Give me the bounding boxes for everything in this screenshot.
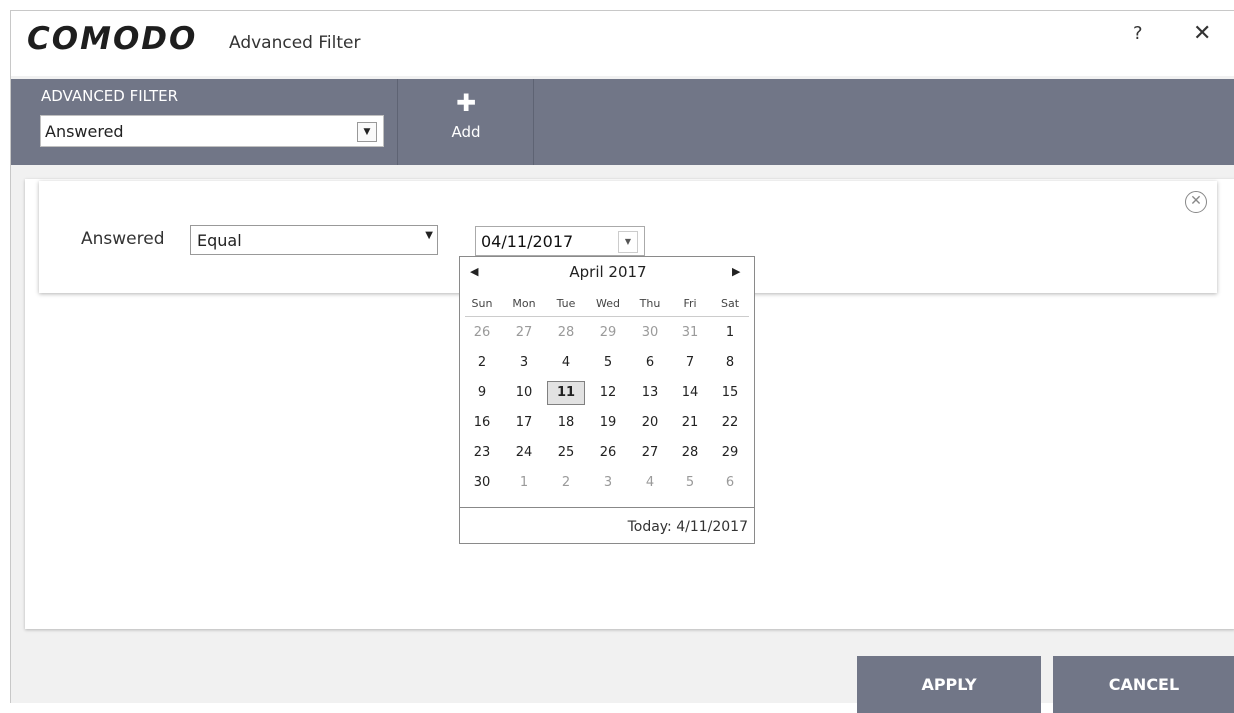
calendar-day[interactable]: 31 xyxy=(670,325,710,340)
date-picker-calendar: April 2017 ◀ ▶ Sun Mon Tue Wed Thu Fri Sat 26 27… xyxy=(459,256,755,544)
calendar-day[interactable]: 25 xyxy=(546,445,586,460)
apply-button[interactable]: APPLY xyxy=(857,656,1041,713)
calendar-day[interactable]: 5 xyxy=(588,355,628,370)
window-title: Advanced Filter xyxy=(229,33,361,53)
weekday-header: Fri xyxy=(683,297,697,310)
filter-field-value: Answered xyxy=(45,122,124,141)
calendar-day[interactable]: 17 xyxy=(504,415,544,430)
toolbar-divider xyxy=(397,79,398,165)
weekday-header: Tue xyxy=(556,297,576,310)
operator-value: Equal xyxy=(197,231,242,250)
add-label: Add xyxy=(451,123,481,141)
calendar-day[interactable]: 6 xyxy=(630,355,670,370)
calendar-day[interactable]: 14 xyxy=(670,385,710,400)
calendar-day[interactable]: 15 xyxy=(710,385,750,400)
calendar-day[interactable]: 27 xyxy=(504,325,544,340)
calendar-day[interactable]: 29 xyxy=(710,445,750,460)
calendar-day[interactable]: 18 xyxy=(546,415,586,430)
calendar-day[interactable]: 6 xyxy=(710,475,750,490)
weekday-header: Wed xyxy=(596,297,620,310)
calendar-day[interactable]: 24 xyxy=(504,445,544,460)
advanced-filter-label: ADVANCED FILTER xyxy=(41,87,179,105)
filter-toolbar: ADVANCED FILTER Answered ▼ ✚ Add xyxy=(11,79,1234,165)
calendar-day[interactable]: 1 xyxy=(710,325,750,340)
add-button[interactable]: ✚ Add xyxy=(441,91,491,151)
calendar-day[interactable]: 30 xyxy=(462,475,502,490)
calendar-day[interactable]: 8 xyxy=(710,355,750,370)
calendar-day[interactable]: 21 xyxy=(670,415,710,430)
close-icon[interactable]: ✕ xyxy=(1193,21,1211,46)
calendar-day[interactable]: 3 xyxy=(504,355,544,370)
date-picker-input[interactable]: 04/11/2017 ▼ xyxy=(475,226,645,256)
calendar-day[interactable]: 7 xyxy=(670,355,710,370)
plus-icon: ✚ xyxy=(455,89,477,117)
calendar-month-label: April 2017 xyxy=(569,263,647,281)
condition-field-label: Answered xyxy=(81,229,165,249)
calendar-day[interactable]: 3 xyxy=(588,475,628,490)
calendar-day[interactable]: 16 xyxy=(462,415,502,430)
calendar-day[interactable]: 11 xyxy=(546,381,586,405)
calendar-day[interactable]: 5 xyxy=(670,475,710,490)
calendar-day[interactable]: 4 xyxy=(546,355,586,370)
comodo-logo: COMODO xyxy=(27,21,198,57)
calendar-divider xyxy=(465,316,749,317)
calendar-day[interactable]: 26 xyxy=(462,325,502,340)
today-link[interactable]: Today: 4/11/2017 xyxy=(628,519,748,535)
arrow-right-icon[interactable]: ▶ xyxy=(732,265,740,278)
calendar-day[interactable]: 30 xyxy=(630,325,670,340)
weekday-header: Mon xyxy=(512,297,536,310)
calendar-day[interactable]: 23 xyxy=(462,445,502,460)
toolbar-divider xyxy=(533,79,534,165)
calendar-day[interactable]: 26 xyxy=(588,445,628,460)
calendar-day[interactable]: 12 xyxy=(588,385,628,400)
date-value: 04/11/2017 xyxy=(481,232,574,251)
chevron-down-icon[interactable]: ▼ xyxy=(357,122,377,142)
calendar-day[interactable]: 9 xyxy=(462,385,502,400)
calendar-day[interactable]: 2 xyxy=(546,475,586,490)
filter-field-select[interactable]: Answered ▼ xyxy=(40,115,384,147)
chevron-down-icon[interactable]: ▼ xyxy=(425,230,433,241)
advanced-filter-window: COMODO Advanced Filter ? ✕ ADVANCED FILT… xyxy=(10,10,1234,713)
calendar-day[interactable]: 4 xyxy=(630,475,670,490)
calendar-day[interactable]: 27 xyxy=(630,445,670,460)
calendar-day[interactable]: 1 xyxy=(504,475,544,490)
selected-day[interactable]: 11 xyxy=(547,381,585,405)
weekday-header: Sun xyxy=(471,297,493,310)
title-bar: COMODO Advanced Filter ? ✕ xyxy=(11,11,1234,76)
chevron-down-icon[interactable]: ▼ xyxy=(618,231,638,253)
calendar-footer-divider xyxy=(460,507,754,508)
calendar-day[interactable]: 19 xyxy=(588,415,628,430)
calendar-day[interactable]: 28 xyxy=(670,445,710,460)
cancel-button[interactable]: CANCEL xyxy=(1053,656,1234,713)
weekday-header: Sat xyxy=(720,297,740,310)
calendar-day[interactable]: 22 xyxy=(710,415,750,430)
calendar-day[interactable]: 10 xyxy=(504,385,544,400)
arrow-left-icon[interactable]: ◀ xyxy=(470,265,478,278)
help-icon[interactable]: ? xyxy=(1133,23,1143,44)
circle-x-icon[interactable]: ✕ xyxy=(1185,191,1207,213)
operator-select[interactable]: Equal ▼ xyxy=(190,225,438,255)
calendar-day[interactable]: 13 xyxy=(630,385,670,400)
weekday-header: Thu xyxy=(639,297,661,310)
calendar-day[interactable]: 2 xyxy=(462,355,502,370)
calendar-day[interactable]: 28 xyxy=(546,325,586,340)
calendar-day[interactable]: 20 xyxy=(630,415,670,430)
calendar-day[interactable]: 29 xyxy=(588,325,628,340)
